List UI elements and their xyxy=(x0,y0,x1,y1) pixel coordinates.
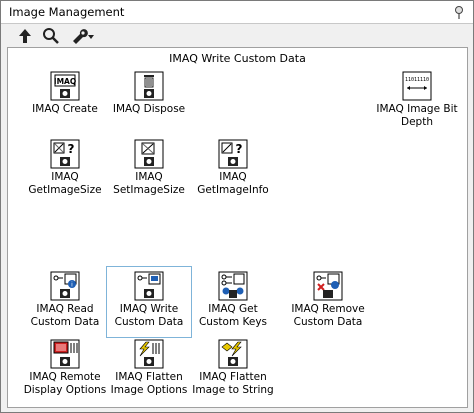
image-management-window: Image Management IMAQ Write Custom Data … xyxy=(0,0,474,413)
imaq-remote-display-options-label: IMAQ Remote Display Options xyxy=(23,371,107,396)
remove-custom-data-icon xyxy=(313,271,343,301)
svg-text:?: ? xyxy=(68,142,75,156)
imaq-write-custom-data-label: IMAQ Write Custom Data xyxy=(114,303,184,328)
pin-icon[interactable] xyxy=(451,4,467,20)
imaq-create-item[interactable]: IMAQ IMAQ Create xyxy=(22,70,108,136)
imaq-remove-custom-data-item[interactable]: IMAQ Remove Custom Data xyxy=(281,270,375,336)
imaq-flatten-image-to-string-item[interactable]: IMAQ Flatten Image to String xyxy=(190,338,276,404)
imaq-dispose-label: IMAQ Dispose xyxy=(112,103,186,115)
remote-display-icon xyxy=(50,339,80,369)
imaq-flatten-image-to-string-label: IMAQ Flatten Image to String xyxy=(192,371,274,396)
imaq-image-bit-depth-item[interactable]: 11011110 IMAQ Image Bit Depth xyxy=(371,70,463,136)
imaq-create-label: IMAQ Create xyxy=(32,103,98,115)
bit-depth-icon: 11011110 xyxy=(402,71,432,101)
imaq-setimagesize-label: IMAQ SetImageSize xyxy=(113,171,185,196)
imaq-flatten-image-options-item[interactable]: IMAQ Flatten Image Options xyxy=(106,338,192,404)
set-image-size-icon xyxy=(134,139,164,169)
up-arrow-icon[interactable] xyxy=(15,26,35,46)
bits-icon-text: 11011110 xyxy=(405,77,429,83)
imaq-write-custom-data-item[interactable]: IMAQ Write Custom Data xyxy=(106,266,192,338)
wrench-dropdown-icon[interactable] xyxy=(69,26,97,46)
flatten-image-options-icon xyxy=(134,339,164,369)
imaq-get-custom-keys-item[interactable]: IMAQ Get Custom Keys xyxy=(190,270,276,336)
window-title: Image Management xyxy=(9,5,125,19)
palette-toolbar xyxy=(1,24,473,48)
write-custom-data-icon xyxy=(134,271,164,301)
search-icon[interactable] xyxy=(41,26,61,46)
svg-text:?: ? xyxy=(236,142,243,156)
imaq-getimageinfo-label: IMAQ GetImageInfo xyxy=(197,171,269,196)
functions-palette: IMAQ Write Custom Data IMAQ IMAQ Create xyxy=(7,47,468,408)
imaq-remote-display-options-item[interactable]: IMAQ Remote Display Options xyxy=(14,338,116,404)
imaq-read-custom-data-item[interactable]: i IMAQ Read Custom Data xyxy=(22,270,108,336)
imaq-setimagesize-item[interactable]: IMAQ SetImageSize xyxy=(106,138,192,204)
get-custom-keys-icon xyxy=(218,271,248,301)
imaq-read-custom-data-label: IMAQ Read Custom Data xyxy=(30,303,100,328)
imaq-getimagesize-item[interactable]: ? IMAQ GetImageSize xyxy=(22,138,108,204)
get-image-size-icon: ? xyxy=(50,139,80,169)
imaq-dispose-item[interactable]: IMAQ Dispose xyxy=(106,70,192,136)
read-custom-data-icon: i xyxy=(50,271,80,301)
imaq-remove-custom-data-label: IMAQ Remove Custom Data xyxy=(291,303,365,328)
imaq-getimagesize-label: IMAQ GetImageSize xyxy=(28,171,102,196)
imaq-create-icon: IMAQ xyxy=(50,71,80,101)
get-image-info-icon: ? xyxy=(218,139,248,169)
imaq-flatten-image-options-label: IMAQ Flatten Image Options xyxy=(110,371,188,396)
imaq-icon-text: IMAQ xyxy=(54,77,76,86)
palette-header: IMAQ Write Custom Data xyxy=(169,52,306,65)
trash-icon xyxy=(134,71,164,101)
imaq-image-bit-depth-label: IMAQ Image Bit Depth xyxy=(376,103,458,128)
imaq-get-custom-keys-label: IMAQ Get Custom Keys xyxy=(198,303,268,328)
flatten-image-to-string-icon xyxy=(218,339,248,369)
title-bar: Image Management xyxy=(1,1,473,24)
imaq-getimageinfo-item[interactable]: ? IMAQ GetImageInfo xyxy=(190,138,276,204)
